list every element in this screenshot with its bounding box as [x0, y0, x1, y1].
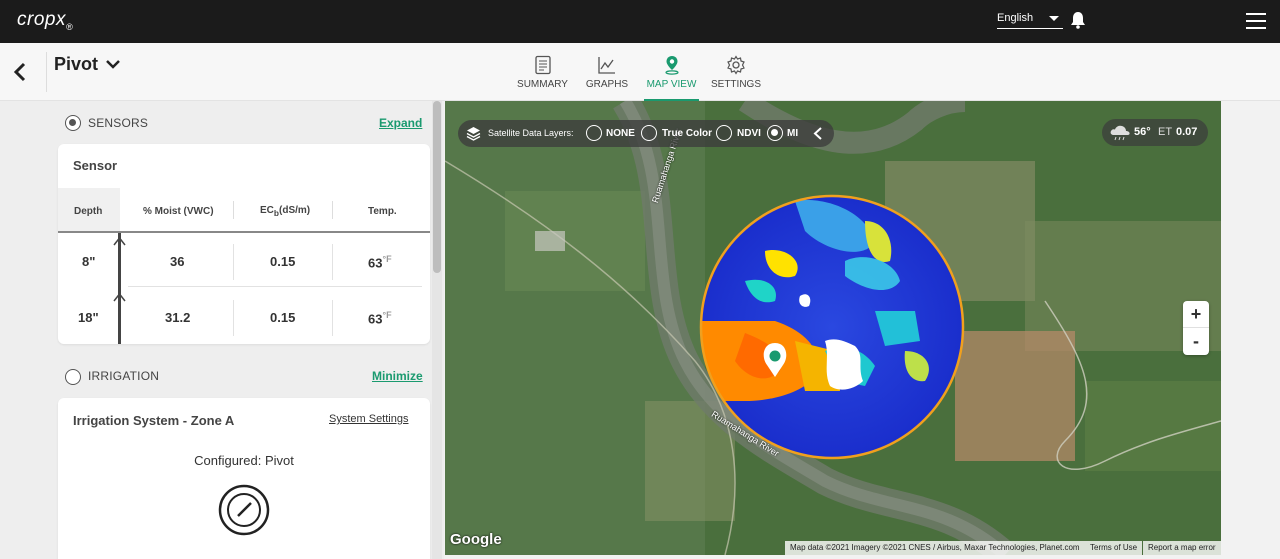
layer-mi-label[interactable]: MI — [787, 128, 798, 139]
map-imagery — [445, 101, 1221, 555]
system-settings-link[interactable]: System Settings — [329, 413, 408, 425]
sensor-card: Sensor Depth % Moist (VWC) ECb(dS/m) Tem… — [58, 144, 430, 344]
divider — [46, 52, 47, 92]
row-temp-value: 63 — [368, 255, 383, 271]
bell-icon[interactable] — [1070, 11, 1086, 29]
left-panel-scrollbar[interactable] — [432, 101, 442, 559]
sub-header — [0, 43, 1280, 101]
col-divider — [233, 201, 234, 219]
report-map-error-link[interactable]: Report a map error — [1143, 541, 1221, 555]
language-value: English — [997, 12, 1034, 24]
tab-summary[interactable]: SUMMARY — [515, 55, 570, 99]
row-ec: 0.15 — [270, 310, 296, 325]
layer-true-color-label[interactable]: True Color — [662, 128, 712, 139]
cell-divider — [233, 300, 234, 336]
row-temp-unit: °F — [382, 310, 392, 320]
satellite-layers-bar: Satellite Data Layers: NONE True Color N… — [458, 120, 834, 147]
pivot-gauge-icon — [218, 484, 270, 536]
tab-settings-label: SETTINGS — [710, 79, 761, 90]
document-icon — [534, 55, 551, 75]
hamburger-menu-icon[interactable] — [1246, 13, 1266, 29]
layer-ndvi-radio[interactable] — [716, 125, 732, 141]
right-gutter — [1221, 101, 1280, 559]
page-title[interactable]: Pivot — [54, 54, 98, 75]
collapse-chevron-icon[interactable] — [813, 127, 823, 140]
cell-divider — [332, 300, 333, 336]
cloud-rain-icon — [1110, 125, 1130, 141]
row-temp: 63°F — [368, 310, 392, 326]
configured-text: Configured: Pivot — [194, 453, 294, 468]
weather-widget: 56° ET 0.07 — [1102, 119, 1208, 146]
tab-settings[interactable]: SETTINGS — [710, 55, 762, 99]
caret-down-icon — [1049, 16, 1059, 21]
layers-label: Satellite Data Layers: — [488, 128, 574, 138]
col-temp: Temp. — [368, 206, 397, 217]
expand-link[interactable]: Expand — [379, 116, 422, 130]
col-ec: ECb(dS/m) — [260, 205, 310, 218]
logo-text: cropx — [17, 9, 66, 30]
cell-divider — [233, 244, 234, 280]
row-rule — [128, 286, 422, 287]
layer-none-label[interactable]: NONE — [606, 128, 635, 139]
probe-tick-icon — [113, 236, 126, 246]
layer-ndvi-label[interactable]: NDVI — [737, 128, 761, 139]
header-rule — [58, 231, 430, 233]
tab-map-view[interactable]: MAP VIEW — [644, 55, 699, 101]
row-depth: 18" — [78, 310, 99, 325]
layers-icon — [466, 127, 481, 141]
gear-icon — [727, 55, 745, 75]
top-bar: cropx® English — [0, 0, 1280, 43]
tab-summary-label: SUMMARY — [517, 79, 568, 90]
language-select[interactable]: English — [997, 10, 1063, 29]
et-value: 0.07 — [1176, 126, 1198, 138]
col-ec-unit: (dS/m) — [279, 205, 311, 216]
row-temp: 63°F — [368, 254, 392, 270]
col-ec-label: EC — [260, 205, 274, 216]
satellite-map[interactable]: Ruamahanga River Ruamahanga River Satell… — [445, 101, 1221, 555]
map-attribution: Map data ©2021 Imagery ©2021 CNES / Airb… — [785, 541, 1085, 555]
irrigation-card: Irrigation System - Zone A System Settin… — [58, 398, 430, 559]
terms-link[interactable]: Terms of Use — [1085, 541, 1143, 555]
scrollbar-thumb[interactable] — [433, 101, 441, 273]
layer-true-color-radio[interactable] — [641, 125, 657, 141]
weather-temp: 56° — [1134, 126, 1151, 138]
irrigation-radio[interactable] — [65, 369, 81, 385]
row-depth: 8" — [82, 254, 96, 269]
col-divider — [332, 201, 333, 219]
tab-graphs[interactable]: GRAPHS — [584, 55, 630, 99]
row-temp-value: 63 — [368, 311, 383, 327]
logo-mark: ® — [65, 21, 74, 32]
et-label: ET — [1158, 126, 1173, 138]
line-chart-icon — [598, 57, 615, 74]
tab-graphs-label: GRAPHS — [585, 79, 629, 90]
row-moist: 36 — [170, 254, 185, 269]
sensors-radio[interactable] — [65, 115, 81, 131]
row-moist: 31.2 — [165, 310, 191, 325]
left-panel: SENSORS Expand Sensor Depth % Moist (VWC… — [0, 101, 444, 559]
irrigation-section-label: IRRIGATION — [88, 369, 160, 383]
sensors-section-label: SENSORS — [88, 116, 149, 130]
depth-probe-line — [118, 233, 121, 344]
chevron-down-icon[interactable] — [105, 58, 121, 70]
cell-divider — [332, 244, 333, 280]
tab-map-view-label: MAP VIEW — [646, 79, 697, 90]
layer-none-radio[interactable] — [586, 125, 602, 141]
map-pin-icon — [664, 56, 679, 75]
zoom-control: + - — [1183, 301, 1209, 355]
zoom-out-button[interactable]: - — [1183, 328, 1209, 355]
layer-mi-radio[interactable] — [767, 125, 783, 141]
probe-tick-icon — [113, 292, 126, 302]
row-ec: 0.15 — [270, 254, 296, 269]
irrigation-card-title: Irrigation System - Zone A — [73, 413, 235, 428]
sensor-card-title: Sensor — [73, 158, 118, 173]
back-arrow-icon[interactable] — [12, 62, 28, 82]
cropx-logo[interactable]: cropx® — [17, 9, 73, 32]
minimize-link[interactable]: Minimize — [372, 369, 423, 383]
zoom-in-button[interactable]: + — [1183, 301, 1209, 328]
row-temp-unit: °F — [382, 254, 392, 264]
google-logo: Google — [450, 531, 502, 548]
col-moist: % Moist (VWC) — [143, 206, 214, 217]
col-depth: Depth — [74, 206, 103, 217]
